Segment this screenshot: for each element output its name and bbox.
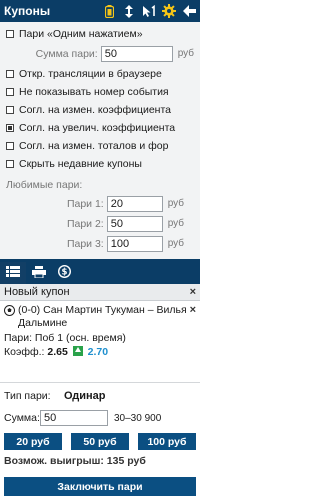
odds-up-icon [72,346,83,356]
stake-row: Сумма: 50 30–30 900 [4,408,196,428]
coupon-tabs: $ [0,262,200,284]
odds-new: 2.70 [87,346,109,358]
one-click-stake-input[interactable]: 50 [100,45,173,62]
remove-event-icon[interactable]: × [190,304,196,316]
stake-label: Сумма: [4,412,40,424]
tab-print[interactable] [26,262,52,284]
svg-text:$: $ [61,268,67,278]
hide-recent-checkbox[interactable] [6,159,14,168]
printer-icon [32,265,46,281]
new-coupon-header: Новый купон × [0,284,200,301]
battery-icon[interactable] [102,4,116,18]
bet-type-row: Тип пари: Одинар [4,387,196,405]
currency-label: руб [167,198,184,209]
hide-event-number-label: Не показывать номер события [19,85,169,98]
one-click-checkbox[interactable] [6,29,14,38]
stake-range: 30–30 900 [114,412,162,424]
one-click-option[interactable]: Пари «Одним нажатием» [6,26,194,41]
quick-stakes: 20 руб 50 руб 100 руб [4,433,196,450]
bet-settings: Тип пари: Одинар Сумма: 50 30–30 900 20 … [0,383,200,471]
favorite-bet-input[interactable]: 50 [106,215,163,232]
tab-list[interactable] [0,262,26,284]
place-bet-button[interactable]: Заключить пари [4,477,196,496]
agree-totals-checkbox[interactable] [6,141,14,150]
open-browser-option[interactable]: Откр. трансляции в браузере [6,66,194,81]
open-browser-checkbox[interactable] [6,69,14,78]
tab-money[interactable]: $ [52,262,78,284]
open-browser-label: Откр. трансляции в браузере [19,67,162,80]
odds-old: 2.65 [47,346,68,358]
agree-any-odds-checkbox[interactable] [6,105,14,114]
back-arrow-icon[interactable] [182,4,196,18]
soccer-ball-icon [4,305,15,316]
odds-label: Коэфф.: [4,346,45,358]
agree-totals-option[interactable]: Согл. на измен. тоталов и фор [6,138,194,153]
hide-event-number-checkbox[interactable] [6,87,14,96]
favorite-bet-label: Пари 1: [66,197,104,210]
sort-icon[interactable] [122,4,136,18]
coupon-settings-panel: Пари «Одним нажатием» Сумма пари: 50 руб… [0,22,200,259]
bet-type-value: Одинар [64,390,106,402]
currency-label: руб [167,238,184,249]
currency-label: руб [167,218,184,229]
quick-stake-button[interactable]: 100 руб [138,433,196,450]
possible-win: Возмож. выигрыш: 135 руб [4,455,146,467]
money-icon: $ [57,264,73,281]
favorite-bet-row: Пари 3: 100 руб [6,234,194,253]
quick-stake-button[interactable]: 50 руб [71,433,129,450]
agree-any-odds-label: Согл. на измен. коэффициента [19,103,172,116]
hide-recent-option[interactable]: Скрыть недавние купоны [6,156,194,171]
currency-label: руб [177,48,194,59]
favorite-bet-row: Пари 1: 20 руб [6,194,194,213]
event-name: (0-0) Сан Мартин Тукуман – Вилья Дальмин… [18,304,187,329]
agree-any-odds-option[interactable]: Согл. на измен. коэффициента [6,102,194,117]
agree-odds-up-option[interactable]: Согл. на увелич. коэффициента [6,120,194,135]
bet-outcome: Пари: Поб 1 (осн. время) [4,332,126,344]
header-title: Купоны [4,4,51,18]
favorite-bet-input[interactable]: 20 [106,195,163,212]
close-coupon-icon[interactable]: × [190,286,196,298]
list-icon [6,266,20,280]
bet-type-label: Тип пари: [4,390,51,402]
hide-event-number-option[interactable]: Не показывать номер события [6,84,194,99]
new-coupon-title: Новый купон [4,286,70,298]
quick-stake-button[interactable]: 20 руб [4,433,62,450]
hide-recent-label: Скрыть недавние купоны [19,157,142,170]
stake-input[interactable]: 50 [40,410,108,426]
favorite-bet-label: Пари 2: [66,217,104,230]
stake-label: Сумма пари: [35,47,98,60]
favorite-bet-input[interactable]: 100 [106,235,163,252]
gear-icon[interactable] [162,4,176,18]
odds-line: Коэфф.: 2.65 2.70 [4,346,196,358]
one-click-label: Пари «Одним нажатием» [19,27,143,40]
favorite-bet-label: Пари 3: [66,237,104,250]
coupon-header: Купоны [0,0,200,22]
agree-odds-up-checkbox[interactable] [6,123,14,132]
one-click-stake-row: Сумма пари: 50 руб [6,44,194,63]
favorite-bet-row: Пари 2: 50 руб [6,214,194,233]
agree-odds-up-label: Согл. на увелич. коэффициента [19,121,176,134]
favorite-bets-title: Любимые пари: [6,179,83,191]
agree-totals-label: Согл. на измен. тоталов и фор [19,139,169,152]
cursor-one-icon[interactable] [142,4,156,18]
coupon-event: (0-0) Сан Мартин Тукуман – Вилья Дальмин… [0,301,200,383]
